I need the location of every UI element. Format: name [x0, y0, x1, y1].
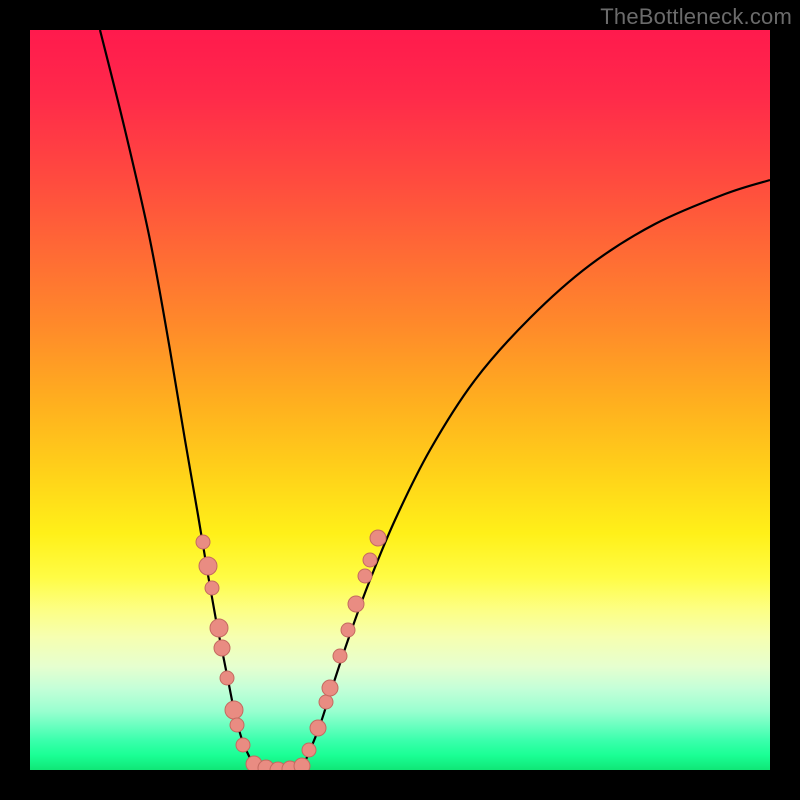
- data-point: [319, 695, 333, 709]
- data-point: [341, 623, 355, 637]
- data-point: [230, 718, 244, 732]
- data-point: [322, 680, 338, 696]
- data-point: [302, 743, 316, 757]
- curve-group: [100, 30, 770, 770]
- data-point: [310, 720, 326, 736]
- chart-svg: [30, 30, 770, 770]
- data-point: [236, 738, 250, 752]
- data-point: [220, 671, 234, 685]
- data-point: [363, 553, 377, 567]
- plot-area: [30, 30, 770, 770]
- data-point: [370, 530, 386, 546]
- data-point: [333, 649, 347, 663]
- data-point: [196, 535, 210, 549]
- data-point: [358, 569, 372, 583]
- data-point: [199, 557, 217, 575]
- data-point: [205, 581, 219, 595]
- data-point: [225, 701, 243, 719]
- bottleneck-curve: [100, 30, 770, 770]
- dot-group: [196, 530, 386, 770]
- data-point: [210, 619, 228, 637]
- watermark-text: TheBottleneck.com: [600, 4, 792, 30]
- data-point: [294, 758, 310, 770]
- chart-frame: [30, 30, 770, 770]
- data-point: [348, 596, 364, 612]
- data-point: [214, 640, 230, 656]
